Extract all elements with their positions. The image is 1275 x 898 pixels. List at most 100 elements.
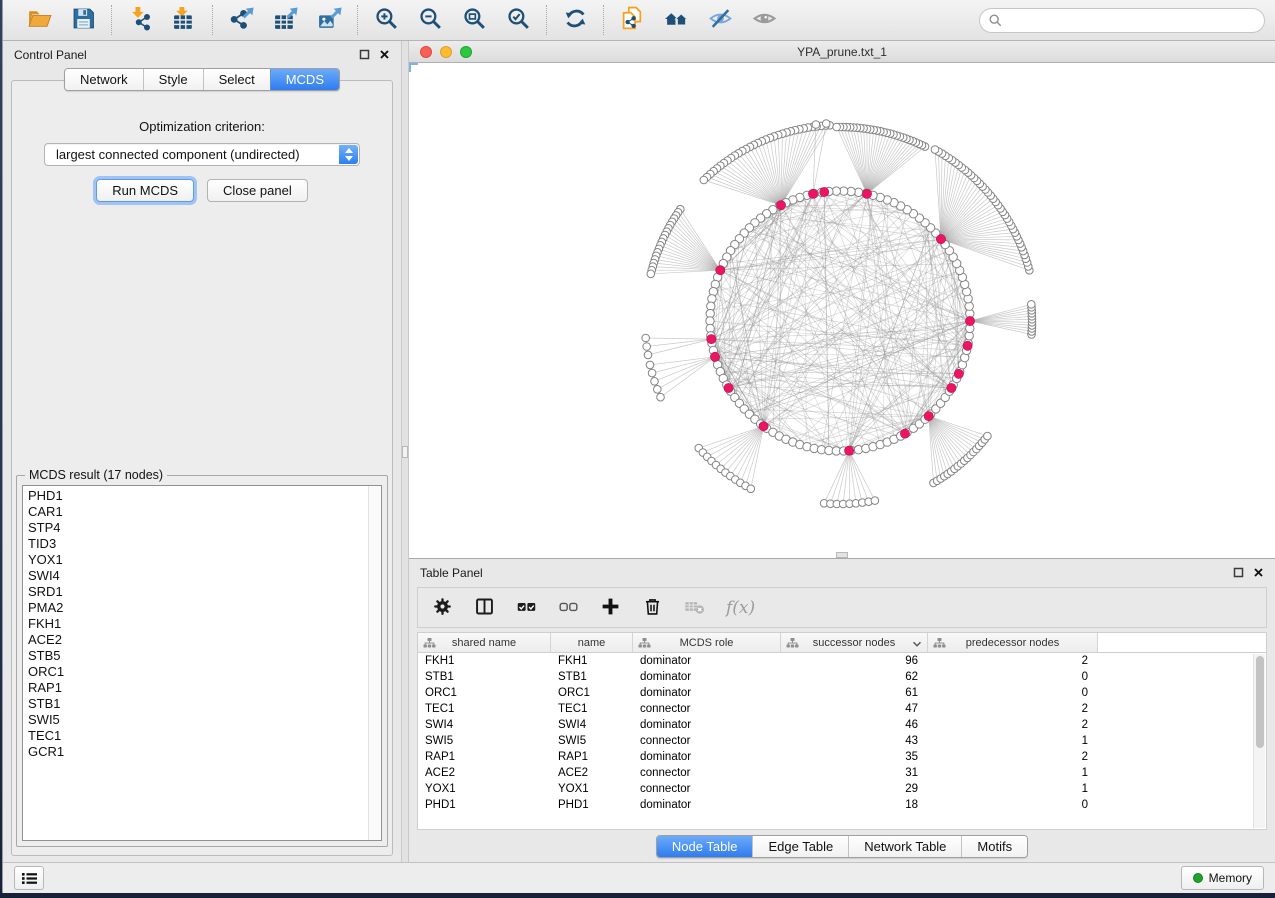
table-cell[interactable]: STB1 [418,669,551,685]
run-mcds-button[interactable]: Run MCDS [96,179,194,202]
zoom-fit-button[interactable] [456,4,492,36]
table-cell[interactable]: RAP1 [551,749,633,765]
column-header-successor-nodes[interactable]: successor nodes [781,633,928,653]
table-cell[interactable]: SWI4 [418,717,551,733]
mcds-node-item[interactable]: PHD1 [28,488,381,504]
export-table-button[interactable] [267,4,303,36]
delete-table-button[interactable] [684,596,705,620]
table-cell[interactable]: connector [633,701,781,717]
mcds-node-item[interactable]: STP4 [28,520,381,536]
refresh-button[interactable] [557,4,593,36]
mcds-result-list[interactable]: PHD1CAR1STP4TID3YOX1SWI4SRD1PMA2FKH1ACE2… [22,485,382,841]
mcds-node-item[interactable]: TEC1 [28,728,381,744]
table-cell[interactable]: FKH1 [418,653,551,669]
unselect-all-button[interactable] [558,596,579,620]
table-cell[interactable]: YOX1 [418,781,551,797]
table-cell[interactable]: ACE2 [551,765,633,781]
first-neighbors-button[interactable] [658,4,694,36]
zoom-in-button[interactable] [368,4,404,36]
table-cell[interactable]: 29 [781,781,928,797]
table-cell[interactable]: 62 [781,669,928,685]
table-row[interactable]: TEC1TEC1connector472 [418,701,1266,717]
mcds-node-item[interactable]: RAP1 [28,680,381,696]
split-columns-button[interactable] [474,596,495,620]
float-panel-icon[interactable] [1233,567,1244,578]
table-cell[interactable]: 31 [781,765,928,781]
sort-descending-icon[interactable] [912,639,922,651]
tab-style[interactable]: Style [143,69,203,90]
mcds-node-item[interactable]: YOX1 [28,552,381,568]
mcds-node-item[interactable]: TID3 [28,536,381,552]
table-cell[interactable]: dominator [633,685,781,701]
panel-menu-button[interactable] [14,866,44,890]
table-cell[interactable]: 43 [781,733,928,749]
mcds-node-item[interactable]: SWI4 [28,568,381,584]
float-panel-icon[interactable] [359,49,370,60]
table-cell[interactable]: SWI4 [551,717,633,733]
table-row[interactable]: RAP1RAP1dominator352 [418,749,1266,765]
table-row[interactable]: YOX1YOX1connector291 [418,781,1266,797]
table-cell[interactable]: PHD1 [418,797,551,813]
column-header-predecessor-nodes[interactable]: predecessor nodes [928,633,1098,653]
table-cell[interactable]: dominator [633,797,781,813]
table-row[interactable]: SWI4SWI4dominator462 [418,717,1266,733]
table-cell[interactable]: STB1 [551,669,633,685]
table-cell[interactable]: 0 [928,797,1098,813]
table-row[interactable]: FKH1FKH1dominator962 [418,653,1266,669]
zoom-out-button[interactable] [412,4,448,36]
table-cell[interactable]: dominator [633,749,781,765]
window-minimize-button[interactable] [440,46,452,58]
show-all-button[interactable] [746,4,782,36]
column-header-shared-name[interactable]: shared name [418,633,551,653]
table-cell[interactable]: connector [633,781,781,797]
table-cell[interactable]: RAP1 [418,749,551,765]
mcds-node-item[interactable]: ORC1 [28,664,381,680]
table-cell[interactable]: 2 [928,653,1098,669]
delete-column-button[interactable] [642,596,663,620]
close-panel-button[interactable]: Close panel [207,179,308,202]
table-cell[interactable]: 1 [928,781,1098,797]
table-cell[interactable]: 61 [781,685,928,701]
mcds-node-item[interactable]: GCR1 [28,744,381,760]
mcds-node-item[interactable]: SRD1 [28,584,381,600]
search-box[interactable] [979,8,1265,33]
export-image-button[interactable] [311,4,347,36]
zoom-selected-button[interactable] [500,4,536,36]
table-row[interactable]: STB1STB1dominator620 [418,669,1266,685]
splitter-handle[interactable] [402,446,408,458]
mcds-node-item[interactable]: STB1 [28,696,381,712]
tab-node-table[interactable]: Node Table [657,836,753,857]
table-cell[interactable]: ACE2 [418,765,551,781]
select-all-button[interactable] [516,596,537,620]
table-cell[interactable]: ORC1 [418,685,551,701]
mcds-node-item[interactable]: STB5 [28,648,381,664]
table-cell[interactable]: 2 [928,717,1098,733]
table-cell[interactable]: dominator [633,653,781,669]
table-row[interactable]: ACE2ACE2connector311 [418,765,1266,781]
network-window-titlebar[interactable]: YPA_prune.txt_1 [409,41,1275,63]
close-panel-icon[interactable] [1253,567,1264,578]
column-header-name[interactable]: name [551,633,633,653]
window-close-button[interactable] [420,46,432,58]
table-cell[interactable]: connector [633,733,781,749]
mcds-node-item[interactable]: ACE2 [28,632,381,648]
add-column-button[interactable] [600,596,621,620]
mcds-node-item[interactable]: CAR1 [28,504,381,520]
table-cell[interactable]: 0 [928,685,1098,701]
table-scrollbar[interactable] [1253,654,1265,828]
tab-edge-table[interactable]: Edge Table [752,836,848,857]
table-cell[interactable]: 47 [781,701,928,717]
table-cell[interactable]: 1 [928,765,1098,781]
table-settings-button[interactable] [432,596,453,620]
table-cell[interactable]: TEC1 [551,701,633,717]
table-cell[interactable]: 35 [781,749,928,765]
mcds-node-item[interactable]: SWI5 [28,712,381,728]
network-canvas[interactable] [409,63,1275,558]
scrollbar-thumb[interactable] [1256,656,1264,748]
search-input[interactable] [1008,13,1255,27]
vertical-splitter[interactable] [401,41,409,862]
table-row[interactable]: PHD1PHD1dominator180 [418,797,1266,813]
table-row[interactable]: ORC1ORC1dominator610 [418,685,1266,701]
network-graph[interactable] [409,63,1275,558]
table-cell[interactable]: FKH1 [551,653,633,669]
